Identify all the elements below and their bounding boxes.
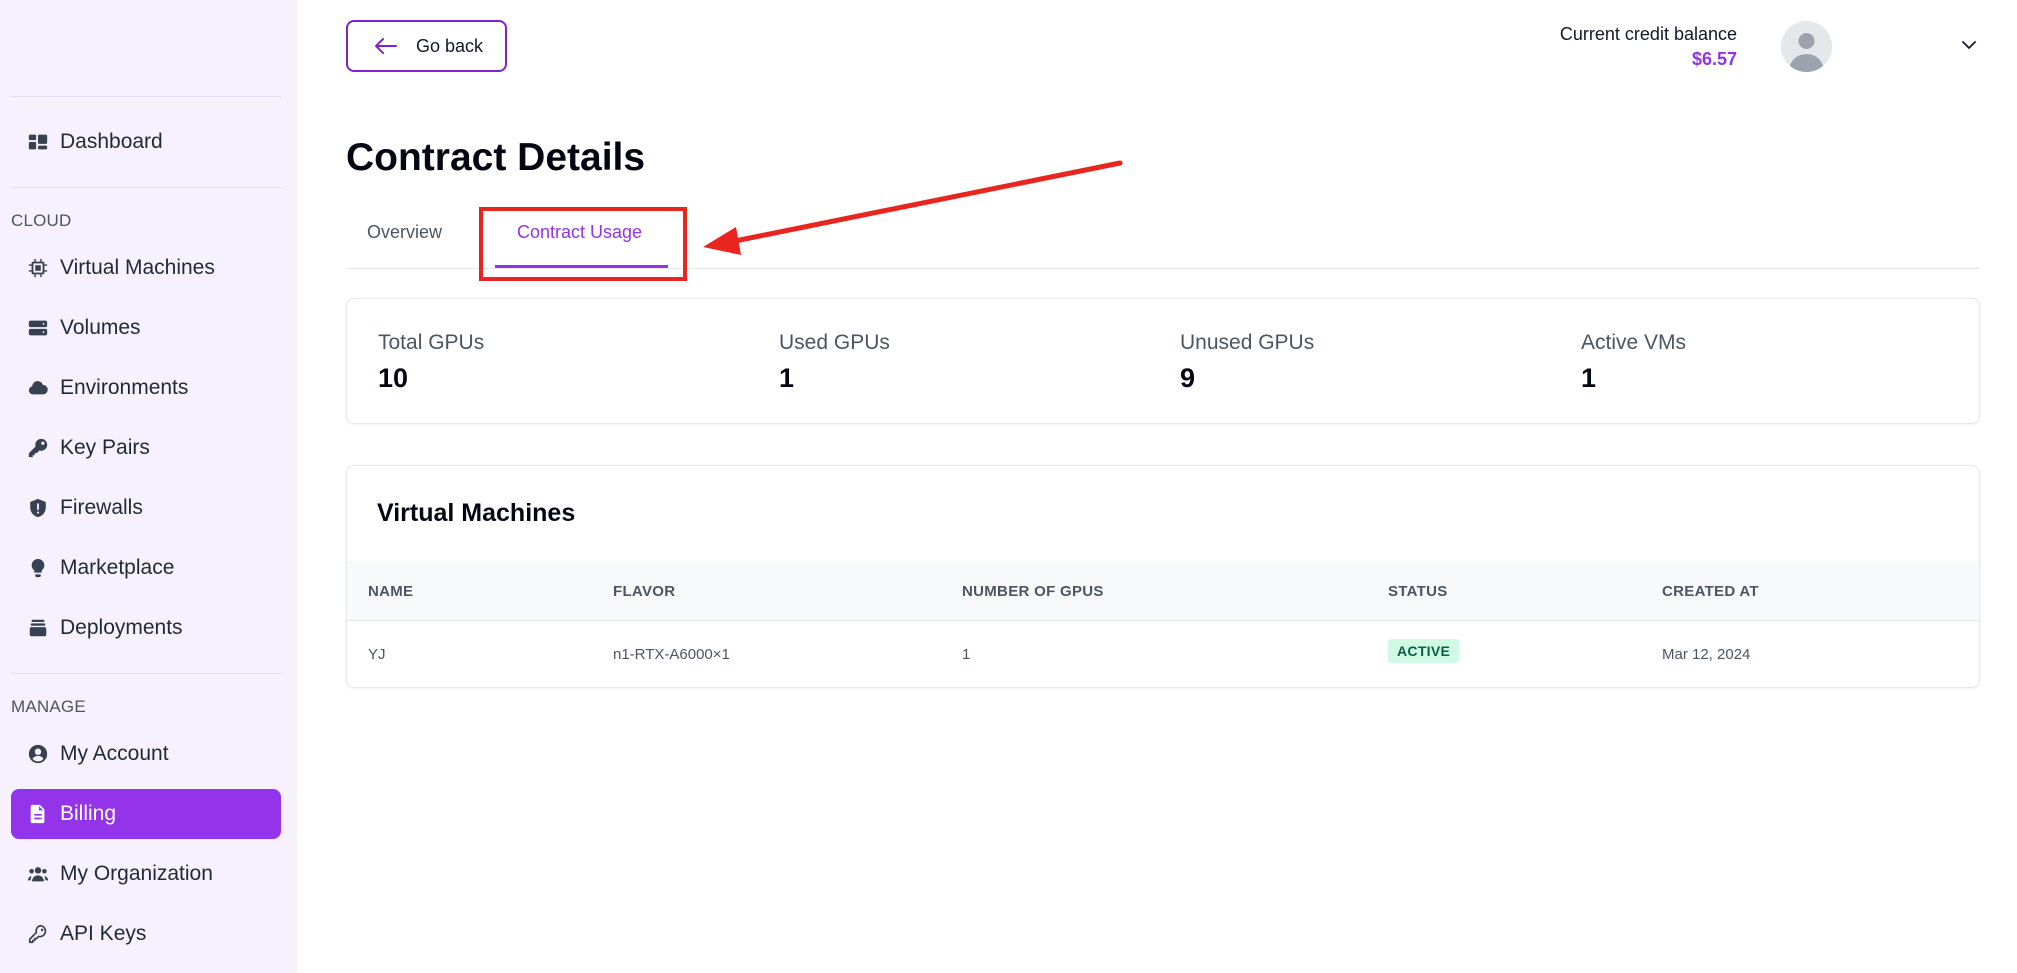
sidebar-item-marketplace[interactable]: Marketplace — [11, 543, 281, 593]
sidebar-item-label: Dashboard — [60, 130, 163, 153]
stat-label: Used GPUs — [779, 331, 890, 354]
sidebar-item-label: Volumes — [60, 316, 141, 339]
sidebar-section-manage: MANAGE — [11, 697, 86, 716]
sidebar-item-label: Firewalls — [60, 496, 143, 519]
sidebar-section-cloud: CLOUD — [11, 211, 72, 230]
status-badge: ACTIVE — [1388, 639, 1460, 663]
sidebar-item-label: Deployments — [60, 616, 183, 639]
sidebar-item-volumes[interactable]: Volumes — [11, 303, 281, 353]
page-title: Contract Details — [346, 136, 646, 179]
user-avatar-icon — [1781, 21, 1832, 72]
stat-value: 10 — [378, 363, 409, 393]
sidebar-item-virtual-machines[interactable]: Virtual Machines — [11, 243, 281, 293]
annotation-highlight-box — [479, 207, 687, 281]
shield-icon — [26, 496, 50, 520]
key-outline-icon — [26, 922, 50, 946]
sidebar-divider — [11, 673, 281, 674]
user-circle-icon — [26, 742, 50, 766]
virtual-machines-card: Virtual Machines NAME FLAVOR NUMBER OF G… — [346, 465, 1980, 688]
go-back-button[interactable]: Go back — [346, 20, 507, 72]
sidebar-item-billing[interactable]: Billing — [11, 789, 281, 839]
sidebar-item-label: Marketplace — [60, 556, 175, 579]
stat-value: 1 — [1581, 363, 1597, 393]
sidebar-item-api-keys[interactable]: API Keys — [11, 909, 281, 959]
cell-number-of-gpus: 1 — [962, 646, 971, 663]
sidebar-item-label: Billing — [60, 802, 117, 825]
stat-label: Active VMs — [1581, 331, 1687, 354]
server-stack-icon — [26, 316, 50, 340]
dashboard-icon — [26, 130, 50, 154]
sidebar-item-label: My Organization — [60, 862, 213, 885]
column-header-status[interactable]: STATUS — [1388, 583, 1448, 600]
arrow-left-icon — [372, 36, 398, 56]
credit-balance-label: Current credit balance — [1559, 24, 1737, 44]
go-back-label: Go back — [416, 35, 484, 56]
sidebar-item-label: Virtual Machines — [60, 256, 215, 279]
cell-created-at: Mar 12, 2024 — [1662, 646, 1751, 663]
sidebar-item-my-organization[interactable]: My Organization — [11, 849, 281, 899]
lightbulb-icon — [26, 556, 50, 580]
stat-value: 9 — [1180, 363, 1196, 393]
stat-used-gpus: Used GPUs 1 — [779, 331, 890, 394]
sidebar: Dashboard CLOUD Virtual Machines Volumes… — [0, 0, 297, 973]
sidebar-divider — [11, 187, 281, 188]
column-header-created-at[interactable]: CREATED AT — [1662, 583, 1759, 600]
document-icon — [26, 802, 50, 826]
stat-label: Total GPUs — [378, 331, 485, 354]
stat-value: 1 — [779, 363, 795, 393]
chevron-down-icon[interactable] — [1960, 36, 1978, 54]
gpu-stats-card: Total GPUs 10 Used GPUs 1 Unused GPUs 9 … — [346, 298, 1980, 424]
key-icon — [26, 436, 50, 460]
sidebar-item-key-pairs[interactable]: Key Pairs — [11, 423, 281, 473]
stat-unused-gpus: Unused GPUs 9 — [1180, 331, 1314, 394]
sidebar-item-label: Key Pairs — [60, 436, 150, 459]
sidebar-item-dashboard[interactable]: Dashboard — [11, 117, 281, 167]
cloud-icon — [26, 376, 50, 400]
sidebar-item-label: API Keys — [60, 922, 147, 945]
sidebar-item-firewalls[interactable]: Firewalls — [11, 483, 281, 533]
archive-box-icon — [26, 616, 50, 640]
cpu-chip-icon — [26, 256, 50, 280]
avatar[interactable] — [1781, 21, 1832, 72]
stat-label: Unused GPUs — [1180, 331, 1315, 354]
column-header-name[interactable]: NAME — [368, 583, 413, 600]
virtual-machines-heading: Virtual Machines — [377, 499, 576, 527]
stat-total-gpus: Total GPUs 10 — [378, 331, 484, 394]
sidebar-item-label: Environments — [60, 376, 189, 399]
sidebar-item-deployments[interactable]: Deployments — [11, 603, 281, 653]
users-icon — [26, 862, 50, 886]
sidebar-item-label: My Account — [60, 742, 169, 765]
tab-overview[interactable]: Overview — [367, 222, 442, 243]
credit-balance-value: $6.57 — [1691, 49, 1737, 69]
column-header-flavor[interactable]: FLAVOR — [613, 583, 675, 600]
table-header: NAME FLAVOR NUMBER OF GPUS STATUS CREATE… — [347, 561, 1979, 621]
cell-name: YJ — [368, 646, 386, 663]
column-header-number-of-gpus[interactable]: NUMBER OF GPUS — [962, 583, 1104, 600]
sidebar-divider — [11, 96, 281, 97]
cell-flavor: n1-RTX-A6000×1 — [613, 646, 730, 663]
sidebar-item-my-account[interactable]: My Account — [11, 729, 281, 779]
table-row[interactable]: YJ n1-RTX-A6000×1 1 ACTIVE Mar 12, 2024 — [347, 622, 1979, 687]
sidebar-item-environments[interactable]: Environments — [11, 363, 281, 413]
stat-active-vms: Active VMs 1 — [1581, 331, 1686, 394]
